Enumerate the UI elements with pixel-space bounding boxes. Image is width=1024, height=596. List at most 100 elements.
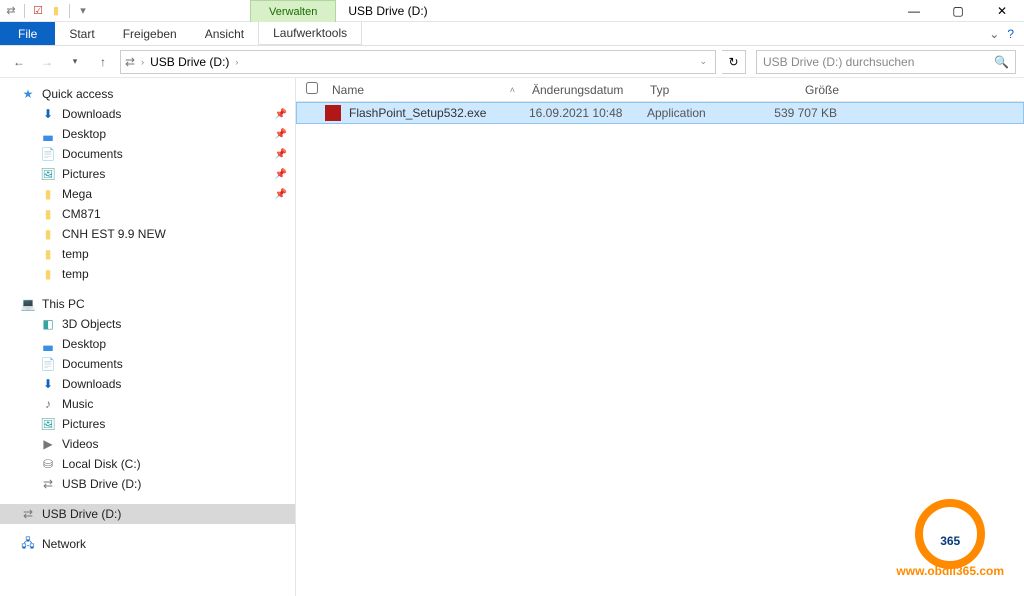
sidebar-item-pc-6[interactable]: ▶Videos: [0, 434, 295, 454]
sidebar-item-label: Downloads: [62, 377, 121, 391]
pin-icon: 📌: [275, 149, 287, 160]
address-history-dropdown[interactable]: ⌄: [699, 56, 707, 67]
sidebar-item-pc-0[interactable]: ◧3D Objects: [0, 314, 295, 334]
help-icon[interactable]: ?: [1007, 27, 1014, 41]
item-icon: ▮: [40, 206, 56, 222]
select-all-checkbox[interactable]: [306, 82, 324, 97]
pin-icon: 📌: [275, 189, 287, 200]
item-icon: ⇄: [40, 476, 56, 492]
sidebar-item-label: Downloads: [62, 107, 121, 121]
sidebar-item-label: Desktop: [62, 127, 106, 141]
nav-forward-button[interactable]: →: [36, 51, 58, 73]
sidebar-item-pc-1[interactable]: ▃Desktop: [0, 334, 295, 354]
item-icon: ▃: [40, 126, 56, 142]
sidebar-item-qa-5[interactable]: ▮ CM871: [0, 204, 295, 224]
sidebar-item-label: temp: [62, 267, 89, 281]
search-placeholder: USB Drive (D:) durchsuchen: [763, 55, 914, 69]
ribbon-tab-start[interactable]: Start: [55, 22, 108, 45]
sidebar-item-qa-2[interactable]: 📄Documents📌: [0, 144, 295, 164]
chevron-right-icon[interactable]: ›: [235, 57, 238, 67]
sidebar-item-label: Quick access: [42, 87, 113, 101]
sidebar-item-label: Network: [42, 537, 86, 551]
sidebar-item-qa-1[interactable]: ▃ Desktop 📌: [0, 124, 295, 144]
window-title: USB Drive (D:): [336, 0, 439, 21]
ribbon-tab-view[interactable]: Ansicht: [191, 22, 258, 45]
qat-button-2[interactable]: ▮: [49, 4, 63, 18]
exe-icon: [325, 105, 341, 121]
ribbon-context-tab[interactable]: Verwalten: [250, 0, 336, 22]
watermark: 365 www.obdii365.com: [896, 499, 1004, 578]
minimize-button[interactable]: —: [892, 0, 936, 21]
sidebar-item-label: CM871: [62, 207, 101, 221]
address-bar[interactable]: ⇄ › USB Drive (D:) › ⌄: [120, 50, 716, 74]
maximize-button[interactable]: ▢: [936, 0, 980, 21]
drive-icon: ⇄: [125, 55, 135, 69]
sidebar-item-network[interactable]: 🖧 Network: [0, 534, 295, 554]
item-icon: ▃: [40, 336, 56, 352]
column-header-type[interactable]: Typ: [642, 83, 744, 97]
pin-icon: 📌: [275, 109, 287, 120]
item-icon: ⬇: [40, 376, 56, 392]
ribbon-expand-icon[interactable]: ⌄: [989, 27, 999, 41]
sidebar-item-pc-7[interactable]: ⛁Local Disk (C:): [0, 454, 295, 474]
sidebar-item-pc-4[interactable]: ♪ Music: [0, 394, 295, 414]
sort-asc-icon: ˄: [510, 85, 515, 95]
column-header-size[interactable]: Größe: [744, 83, 848, 97]
quick-access-toolbar: ⇄ ☑ ▮ ▾: [0, 0, 94, 21]
item-icon: 🖼: [40, 166, 56, 182]
ribbon-tab-file[interactable]: File: [0, 22, 55, 45]
navigation-bar: ← → ▾ ↑ ⇄ › USB Drive (D:) › ⌄ ↻ USB Dri…: [0, 46, 1024, 78]
sidebar-item-pc-8[interactable]: ⇄USB Drive (D:): [0, 474, 295, 494]
ribbon-tab-share[interactable]: Freigeben: [109, 22, 191, 45]
title-bar: ⇄ ☑ ▮ ▾ Verwalten USB Drive (D:) — ▢ ✕: [0, 0, 1024, 22]
sidebar-item-label: Music: [62, 397, 93, 411]
item-icon: ⬇: [40, 106, 56, 122]
ribbon: File Start Freigeben Ansicht Laufwerktoo…: [0, 22, 1024, 46]
sidebar-item-pc-5[interactable]: 🖼Pictures: [0, 414, 295, 434]
qat-button-1[interactable]: ☑: [31, 4, 45, 18]
item-icon: ▮: [40, 266, 56, 282]
sidebar-item-label: Mega: [62, 187, 92, 201]
navigation-pane[interactable]: ★ Quick access ⬇Downloads📌▃Desktop📌📄Docu…: [0, 78, 296, 596]
breadcrumb[interactable]: USB Drive (D:): [150, 55, 229, 69]
close-button[interactable]: ✕: [980, 0, 1024, 21]
pc-icon: 💻: [20, 296, 36, 312]
sidebar-item-qa-8[interactable]: ▮ temp: [0, 264, 295, 284]
column-header-name[interactable]: Name ˄: [324, 83, 524, 97]
qat-overflow[interactable]: ▾: [76, 4, 90, 18]
main-area: ★ Quick access ⬇Downloads📌▃Desktop📌📄Docu…: [0, 78, 1024, 596]
item-icon: ◧: [40, 316, 56, 332]
pin-icon: 📌: [275, 129, 287, 140]
usb-icon: ⇄: [20, 506, 36, 522]
sidebar-item-label: USB Drive (D:): [42, 507, 121, 521]
sidebar-item-label: Videos: [62, 437, 98, 451]
sidebar-item-label: Documents: [62, 357, 123, 371]
sidebar-item-qa-6[interactable]: ▮CNH EST 9.9 NEW: [0, 224, 295, 244]
ribbon-tab-drivetools[interactable]: Laufwerktools: [258, 22, 362, 45]
item-icon: ♪: [40, 396, 56, 412]
sidebar-item-qa-4[interactable]: ▮Mega📌: [0, 184, 295, 204]
app-icon: ⇄: [4, 4, 18, 18]
nav-recent-dropdown[interactable]: ▾: [64, 51, 86, 73]
sidebar-item-qa-0[interactable]: ⬇ Downloads 📌: [0, 104, 295, 124]
search-icon[interactable]: 🔍: [994, 55, 1009, 69]
sidebar-item-qa-3[interactable]: 🖼Pictures📌: [0, 164, 295, 184]
sidebar-item-pc-2[interactable]: 📄Documents: [0, 354, 295, 374]
column-header-date[interactable]: Änderungsdatum: [524, 83, 642, 97]
sidebar-item-label: This PC: [42, 297, 85, 311]
nav-up-button[interactable]: ↑: [92, 51, 114, 73]
sidebar-item-quick-access[interactable]: ★ Quick access: [0, 84, 295, 104]
file-date: 16.09.2021 10:48: [521, 106, 639, 120]
sidebar-item-qa-7[interactable]: ▮temp: [0, 244, 295, 264]
sidebar-item-pc-3[interactable]: ⬇ Downloads: [0, 374, 295, 394]
refresh-button[interactable]: ↻: [722, 50, 746, 74]
sidebar-item-this-pc[interactable]: 💻 This PC: [0, 294, 295, 314]
search-box[interactable]: USB Drive (D:) durchsuchen 🔍: [756, 50, 1016, 74]
nav-back-button[interactable]: ←: [8, 51, 30, 73]
pin-icon: 📌: [275, 169, 287, 180]
file-row[interactable]: FlashPoint_Setup532.exe16.09.2021 10:48A…: [296, 102, 1024, 124]
window-controls: — ▢ ✕: [892, 0, 1024, 21]
file-type: Application: [639, 106, 741, 120]
sidebar-item-usb-drive-root[interactable]: ⇄ USB Drive (D:): [0, 504, 295, 524]
chevron-right-icon[interactable]: ›: [141, 57, 144, 67]
